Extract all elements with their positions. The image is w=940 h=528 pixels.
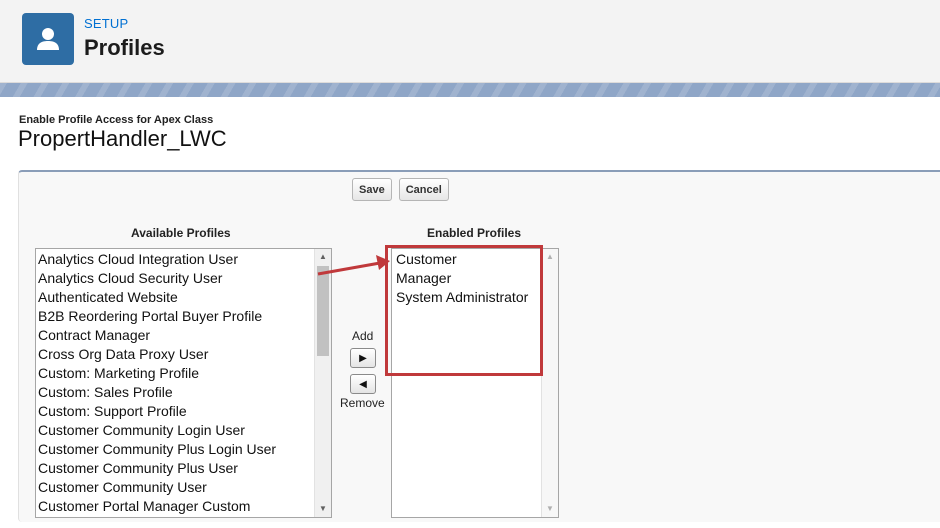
header-banner bbox=[0, 83, 940, 97]
list-item[interactable]: Custom: Sales Profile bbox=[36, 383, 331, 402]
list-item[interactable]: Customer Portal Manager Custom bbox=[36, 497, 331, 516]
list-item[interactable]: Cross Org Data Proxy User bbox=[36, 345, 331, 364]
list-item[interactable]: Contract Manager bbox=[36, 326, 331, 345]
enabled-profiles-label: Enabled Profiles bbox=[427, 226, 522, 240]
page-subtitle: Enable Profile Access for Apex Class bbox=[19, 114, 214, 126]
setup-header: SETUP Profiles bbox=[0, 0, 940, 83]
highlight-box bbox=[385, 245, 543, 376]
list-item[interactable]: Customer Community Plus User bbox=[36, 459, 331, 478]
section-label: SETUP bbox=[84, 16, 129, 31]
triangle-right-icon: ▶ bbox=[359, 352, 367, 364]
triangle-left-icon: ◀ bbox=[359, 378, 367, 390]
add-label: Add bbox=[352, 329, 374, 343]
list-item[interactable]: Custom: Support Profile bbox=[36, 402, 331, 421]
remove-button[interactable]: ◀ bbox=[350, 374, 376, 394]
apex-class-title: PropertHandler_LWC bbox=[18, 126, 227, 151]
available-profiles-list[interactable]: Analytics Cloud Integration User Analyti… bbox=[35, 248, 332, 518]
save-button[interactable]: Save bbox=[352, 178, 392, 201]
annotation-arrow-icon bbox=[317, 255, 390, 276]
list-item[interactable]: B2B Reordering Portal Buyer Profile bbox=[36, 307, 331, 326]
list-item[interactable]: Analytics Cloud Security User bbox=[36, 269, 331, 288]
add-button[interactable]: ▶ bbox=[350, 348, 376, 368]
list-item[interactable]: Customer Community User bbox=[36, 478, 331, 497]
page-title: Profiles bbox=[84, 35, 165, 60]
scroll-down-icon[interactable]: ▼ bbox=[542, 501, 558, 517]
remove-label: Remove bbox=[340, 396, 385, 410]
list-item[interactable]: Custom: Marketing Profile bbox=[36, 364, 331, 383]
list-item[interactable]: Analytics Cloud Integration User bbox=[36, 250, 331, 269]
scroll-up-icon[interactable]: ▲ bbox=[542, 249, 558, 265]
user-icon bbox=[22, 13, 74, 65]
available-profiles-label: Available Profiles bbox=[131, 226, 231, 240]
scroll-down-icon[interactable]: ▼ bbox=[315, 501, 331, 517]
button-row: Save Cancel bbox=[352, 178, 449, 201]
list-item[interactable]: Customer Community Plus Login User bbox=[36, 440, 331, 459]
enabled-list-scrollbar[interactable]: ▲ ▼ bbox=[541, 249, 558, 517]
cancel-button[interactable]: Cancel bbox=[398, 178, 449, 201]
list-item[interactable]: Customer Community Login User bbox=[36, 421, 331, 440]
list-item[interactable]: Authenticated Website bbox=[36, 288, 331, 307]
